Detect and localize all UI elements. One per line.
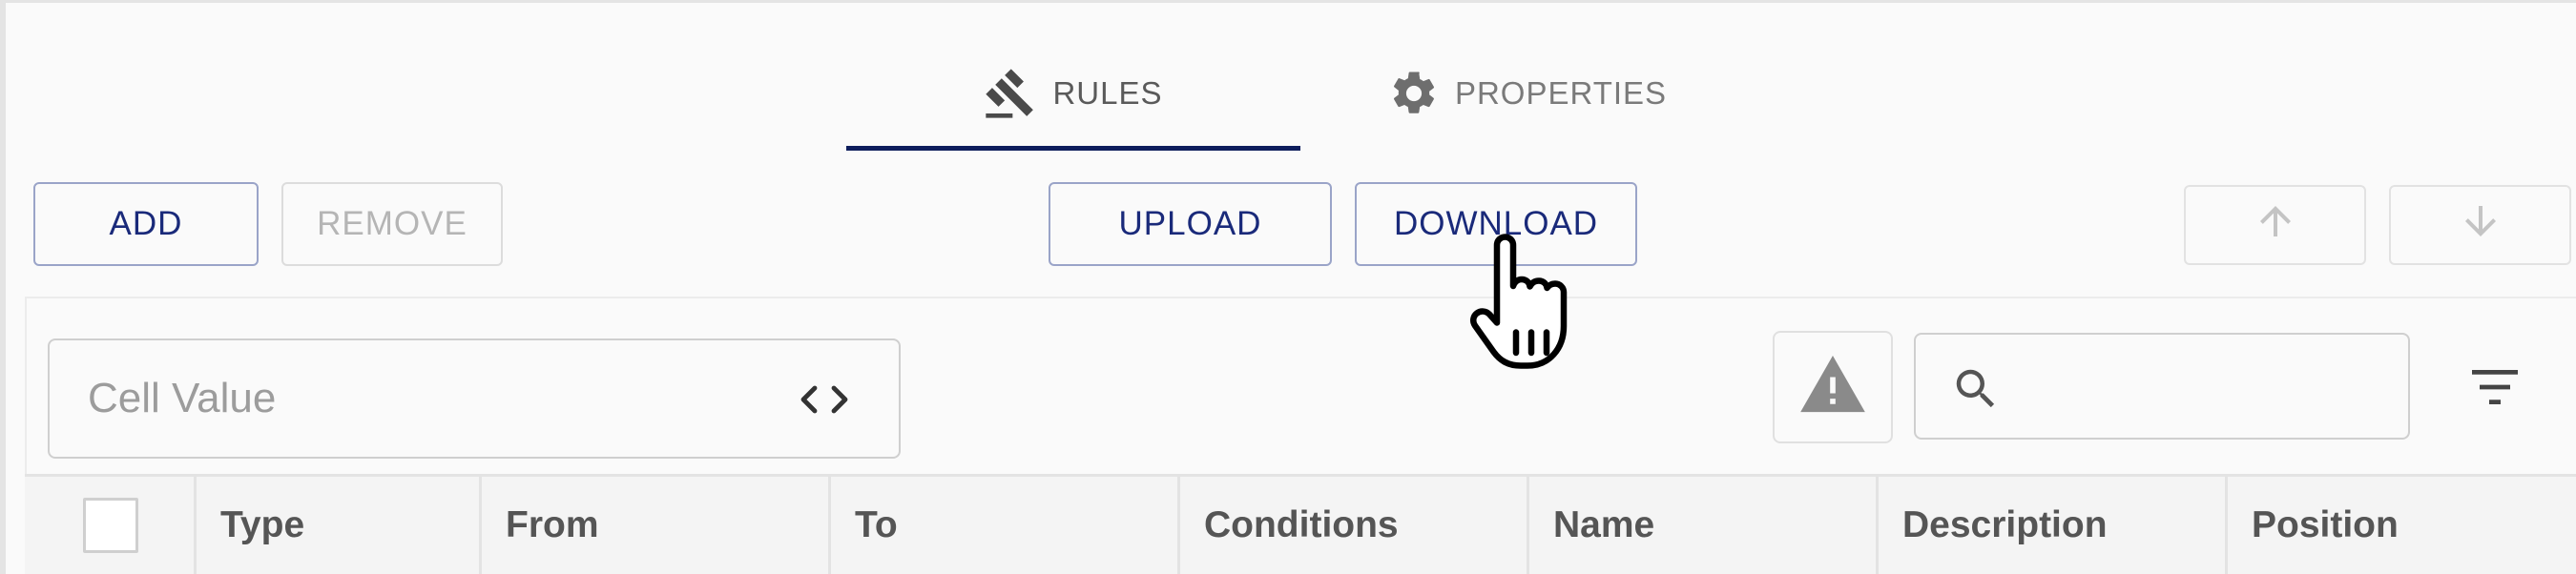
- column-header-description[interactable]: Description: [1876, 474, 2225, 574]
- gavel-icon: [984, 67, 1037, 120]
- column-header-to[interactable]: To: [828, 474, 1177, 574]
- filter-icon[interactable]: [2472, 370, 2518, 409]
- cell-value-input[interactable]: Cell Value: [48, 338, 901, 459]
- tab-properties[interactable]: PROPERTIES: [1300, 31, 1755, 155]
- code-brackets-icon[interactable]: [798, 377, 851, 433]
- add-button[interactable]: ADD: [33, 182, 259, 266]
- tab-rules-label: RULES: [1052, 75, 1163, 111]
- cell-value-placeholder: Cell Value: [88, 375, 277, 421]
- tab-properties-label: PROPERTIES: [1454, 75, 1668, 111]
- active-tab-indicator: [846, 146, 1300, 151]
- search-icon: [1950, 363, 2002, 420]
- remove-button[interactable]: REMOVE: [281, 182, 503, 266]
- move-down-button[interactable]: [2389, 185, 2571, 265]
- search-input[interactable]: [2021, 354, 2393, 420]
- arrow-down-icon: [2458, 198, 2503, 253]
- warning-icon: [1800, 355, 1865, 420]
- warning-button[interactable]: [1773, 331, 1893, 443]
- hand-pointer-cursor-icon: [1467, 234, 1591, 383]
- select-all-checkbox[interactable]: [83, 498, 138, 553]
- column-header-type[interactable]: Type: [194, 474, 479, 574]
- column-header-conditions[interactable]: Conditions: [1177, 474, 1527, 574]
- tab-rules[interactable]: RULES: [846, 31, 1300, 155]
- arrow-up-icon: [2253, 198, 2298, 253]
- column-header-name[interactable]: Name: [1527, 474, 1876, 574]
- upload-button[interactable]: UPLOAD: [1049, 182, 1332, 266]
- column-header-position[interactable]: Position: [2225, 474, 2574, 574]
- search-field[interactable]: [1914, 333, 2410, 440]
- move-up-button[interactable]: [2184, 185, 2366, 265]
- gear-icon: [1388, 68, 1440, 119]
- column-header-from[interactable]: From: [479, 474, 828, 574]
